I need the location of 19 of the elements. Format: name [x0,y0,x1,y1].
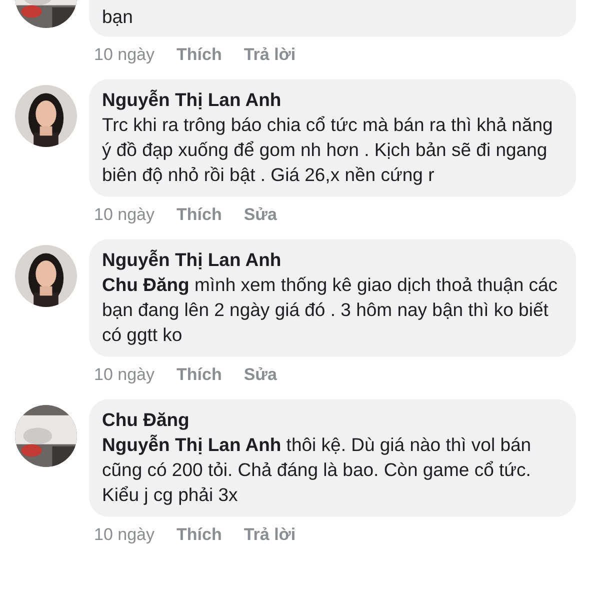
like-link[interactable]: Thích [176,365,222,385]
like-link[interactable]: Thích [176,45,222,65]
action-link[interactable]: Sửa [244,365,277,385]
timestamp: 10 ngày [94,525,154,545]
author-name[interactable]: Nguyễn Thị Lan Anh [102,247,560,272]
action-link[interactable]: Trả lời [244,45,296,65]
like-link[interactable]: Thích [176,525,222,545]
comment-text: Nguyễn Thị Lan Anh thôi kệ. Dù giá nào thì vol bán cũng có 200 tỏi. Chả đáng là bao. Còn game cổ tức. Kiểu j cg phải 3x [102,433,532,507]
author-name[interactable]: Nguyễn Thị Lan Anh [102,87,560,112]
comment-text: Trc khi ra trông báo chia cổ tức mà bán ra thì khả năng ý đồ đạp xuống để gom nh hơn . Kịch bản sẽ đi ngang biên độ nhỏ rồi bật . Giá 26,x nền cứng r [102,113,554,187]
action-link[interactable]: Sửa [244,205,277,225]
like-link[interactable]: Thích [176,205,222,225]
author-name[interactable]: Chu Đăng [102,407,560,432]
comment-text: bạn [102,5,134,29]
timestamp: 10 ngày [94,365,154,385]
timestamp: 10 ngày [94,45,154,65]
action-link[interactable]: Trả lời [244,525,296,545]
timestamp: 10 ngày [94,205,154,225]
comment-text: Chu Đăng mình xem thống kê giao dịch thoả thuận các bạn đang lên 2 ngày giá đó . 3 hôm nay bận thì ko biết có ggtt ko [102,273,559,347]
